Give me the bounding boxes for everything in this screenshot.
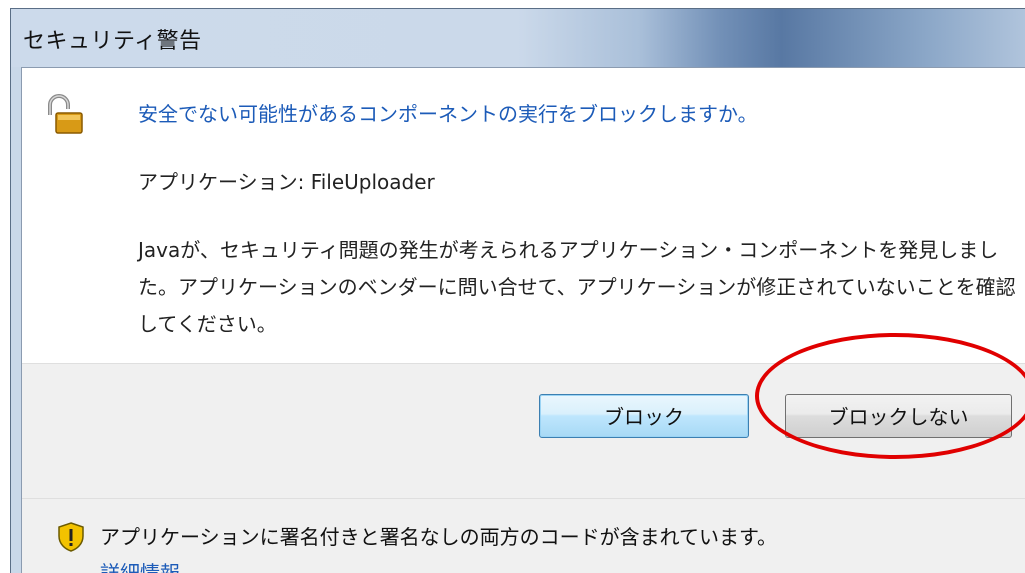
title-bar[interactable]: セキュリティ警告 [11, 9, 1025, 67]
security-warning-dialog: セキュリティ警告 安全でない可能性があるコンポーネントの実行をブロックしますか。… [10, 8, 1025, 573]
footer-panel: アプリケーションに署名付きと署名なしの両方のコードが含まれています。 詳細情報 [22, 498, 1025, 573]
unlocked-padlock-icon [42, 93, 86, 137]
dont-block-button[interactable]: ブロックしない [785, 394, 1012, 438]
details-link[interactable]: 詳細情報 [100, 557, 180, 573]
dialog-title: セキュリティ警告 [23, 29, 202, 54]
message-panel: 安全でない可能性があるコンポーネントの実行をブロックしますか。 アプリケーション… [22, 68, 1025, 363]
main-heading: 安全でない可能性があるコンポーネントの実行をブロックしますか。 [138, 102, 758, 126]
dialog-client-area: 安全でない可能性があるコンポーネントの実行をブロックしますか。 アプリケーション… [21, 67, 1025, 573]
application-name: アプリケーション: FileUploader [138, 170, 435, 194]
button-bar: ブロック ブロックしない [22, 333, 1025, 499]
description-text: Javaが、セキュリティ問題の発生が考えられるアプリケーション・コンポーネントを… [138, 238, 1016, 336]
footer-message: アプリケーションに署名付きと署名なしの両方のコードが含まれています。 [100, 525, 777, 549]
screenshot-page: セキュリティ警告 安全でない可能性があるコンポーネントの実行をブロックしますか。… [0, 0, 1025, 573]
warning-shield-icon [57, 521, 85, 553]
block-button[interactable]: ブロック [539, 394, 749, 438]
